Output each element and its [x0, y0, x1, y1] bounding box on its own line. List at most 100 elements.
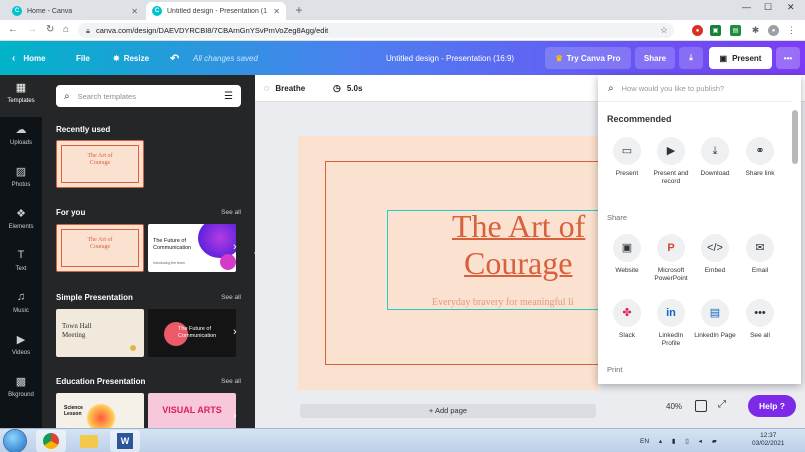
option-label: LinkedIn Page [694, 332, 736, 339]
system-clock[interactable]: 12:37 03/02/2021 [752, 432, 785, 448]
address-bar[interactable]: 🔒︎ canva.com/design/DAEVDYRCBI8/7CBArnGn… [78, 23, 674, 38]
rail-item-music[interactable]: ♫ Music [0, 285, 42, 327]
download-button[interactable]: ⤓ [679, 47, 703, 69]
fullscreen-icon[interactable]: ⤢ [718, 399, 726, 410]
rail-item-uploads[interactable]: ☁ Uploads [0, 117, 42, 159]
undo-button[interactable]: ↶ [170, 41, 179, 75]
template-science-lesson[interactable]: Science Lesson [56, 393, 144, 428]
maximize-icon[interactable]: ☐ [764, 2, 772, 13]
dropdown-scrollbar[interactable] [792, 110, 798, 164]
option-see-all[interactable]: ••• See all [738, 299, 782, 340]
add-page-button[interactable]: + Add page [300, 404, 596, 418]
carousel-next-icon[interactable]: › [233, 241, 237, 253]
rail-item-text[interactable]: T Text [0, 243, 42, 285]
try-canva-pro-button[interactable]: ♛ Try Canva Pro [545, 47, 631, 69]
document-title[interactable]: Untitled design - Presentation (16:9) [386, 41, 514, 75]
share-button[interactable]: Share [635, 47, 675, 69]
templates-icon: ▦ [15, 82, 27, 94]
option-linkedin-page[interactable]: ▤ LinkedIn Page [693, 299, 737, 340]
see-all-education-link[interactable]: See all [221, 378, 241, 385]
close-tab-icon[interactable]: ✕ [131, 7, 138, 16]
new-tab-button[interactable]: + [292, 4, 306, 18]
clock-time: 12:37 [760, 432, 777, 439]
option-label: Website [615, 267, 639, 274]
template-visual-arts[interactable]: VISUAL ARTS [148, 393, 236, 428]
home-icon[interactable]: ⌂ [63, 24, 69, 35]
carousel-next-icon[interactable]: › [233, 410, 237, 422]
chrome-menu-icon[interactable]: ⋮ [786, 25, 797, 36]
taskbar-explorer[interactable] [74, 430, 104, 452]
filter-icon[interactable]: ☰ [224, 91, 233, 102]
reload-icon[interactable]: ↻ [46, 24, 54, 35]
back-icon[interactable]: ← [8, 24, 18, 35]
extension-calendar-icon[interactable]: ▤ [730, 25, 741, 36]
sparkle-icon: ✸ [113, 53, 120, 63]
rail-item-elements[interactable]: ❖ Elements [0, 201, 42, 243]
zoom-level[interactable]: 40% [666, 402, 682, 411]
close-window-icon[interactable]: ✕ [787, 2, 795, 13]
download-icon: ⤓ [689, 53, 693, 62]
elements-icon: ❖ [16, 208, 26, 220]
option-email[interactable]: ✉ Email [738, 234, 782, 275]
option-share-link[interactable]: ⚭ Share link [738, 137, 782, 178]
carousel-next-icon[interactable]: › [233, 326, 237, 338]
publish-search-input[interactable]: ⌕ How would you like to publish? [598, 75, 792, 102]
template-search-input[interactable]: ⌕ Search templates ☰ [56, 85, 241, 107]
language-indicator[interactable]: EN [640, 438, 649, 445]
home-button[interactable]: ‹ Home [12, 41, 46, 75]
template-future-dark[interactable]: The Future of Communication [148, 309, 236, 357]
thumb-title: Town Hall Meeting [62, 322, 92, 339]
profile-avatar-icon[interactable]: ● [768, 25, 779, 36]
rail-label: Videos [11, 350, 31, 356]
option-label: Present [615, 170, 639, 177]
timer-icon: ◷ [333, 83, 341, 93]
extension-green-icon[interactable]: ▣ [710, 25, 721, 36]
rail-item-templates[interactable]: ▦ Templates [0, 75, 42, 117]
recent-template-art-of-courage[interactable]: The Art of Courage [56, 140, 144, 188]
see-all-for-you-link[interactable]: See all [221, 209, 241, 216]
browser-tab-home[interactable]: C Home - Canva ✕ [6, 2, 144, 20]
option-present-and-record[interactable]: ▶ Present and record [649, 137, 693, 186]
start-button[interactable] [4, 430, 26, 452]
print-heading: Print [607, 365, 623, 374]
slide-subtitle[interactable]: Everyday bravery for meaningful li [432, 297, 574, 308]
taskbar-word[interactable]: W [110, 430, 140, 452]
see-all-simple-link[interactable]: See all [221, 294, 241, 301]
taskbar-chrome[interactable] [36, 430, 66, 452]
extensions-puzzle-icon[interactable]: ✱ [750, 25, 761, 36]
system-tray: EN ▴ ▮ ▯ ◂ ▰ [640, 437, 721, 445]
extension-red-icon[interactable]: ● [692, 25, 703, 36]
animation-button[interactable]: ◌ Breathe [264, 83, 305, 93]
option-website[interactable]: ▣ Website [605, 234, 649, 275]
rail-item-background[interactable]: ▩ Bkground [0, 369, 42, 411]
option-present[interactable]: ▭ Present [605, 137, 649, 178]
thumb-subtitle: Introducing the team [153, 261, 185, 265]
rail-item-photos[interactable]: ▨ Photos [0, 159, 42, 201]
bookmark-star-icon[interactable]: ☆ [660, 25, 668, 36]
slide-title-line-1[interactable]: The Art of [452, 208, 585, 245]
link-icon: ⚭ [746, 137, 774, 165]
option-powerpoint[interactable]: P Microsoft PowerPoint [649, 234, 693, 283]
powerpoint-icon: P [657, 234, 685, 262]
template-future-of-communication[interactable]: The Future of Communication Introducing … [148, 224, 236, 272]
resize-button[interactable]: ✸ Resize [113, 41, 149, 75]
slide-title-line-2[interactable]: Courage [464, 245, 572, 282]
minimize-icon[interactable]: — [742, 2, 751, 12]
close-tab-icon[interactable]: ✕ [273, 7, 280, 16]
browser-tab-design[interactable]: C Untitled design - Presentation (1 ✕ [146, 2, 286, 20]
option-download[interactable]: ⤓ Download [693, 137, 737, 178]
option-embed[interactable]: </> Embed [693, 234, 737, 275]
duration-button[interactable]: ◷ 5.0s [333, 83, 362, 94]
forward-icon[interactable]: → [27, 24, 37, 35]
present-button[interactable]: ▣ Present [709, 47, 772, 69]
template-town-hall[interactable]: Town Hall Meeting [56, 309, 144, 357]
page-count-icon[interactable] [695, 400, 707, 412]
rail-item-videos[interactable]: ▶ Videos [0, 327, 42, 369]
option-linkedin-profile[interactable]: in LinkedIn Profile [649, 299, 693, 348]
file-menu-button[interactable]: File [76, 41, 90, 75]
help-button[interactable]: Help ? [748, 395, 796, 417]
more-options-button[interactable]: ••• [776, 47, 800, 69]
option-label: Email [751, 267, 769, 274]
option-slack[interactable]: ✤ Slack [605, 299, 649, 340]
template-art-of-courage[interactable]: The Art of Courage [56, 224, 144, 272]
